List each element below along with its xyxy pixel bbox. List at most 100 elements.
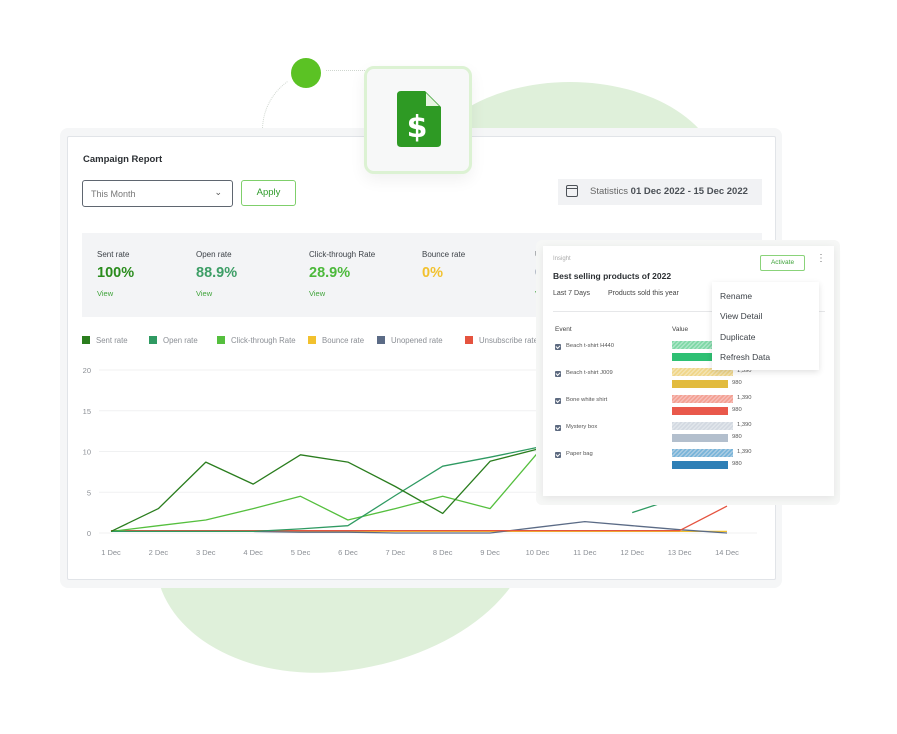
legend-label: Unsubscribe rate: [479, 336, 538, 345]
tab-products-sold-this-year[interactable]: Products sold this year: [608, 290, 679, 297]
value-bar-secondary: [672, 407, 728, 415]
tab-last-7-days[interactable]: Last 7 Days: [553, 290, 590, 297]
series-line-sent-rate: [110, 448, 538, 532]
x-tick-label: 4 Dec: [243, 548, 263, 557]
legend-label: Click-through Rate: [231, 336, 296, 345]
kpi-bounce-rate: Bounce rate 0% View: [422, 250, 465, 298]
y-tick-label: 10: [83, 448, 91, 457]
y-tick-label: 0: [87, 529, 91, 538]
row-checkbox[interactable]: [555, 398, 561, 404]
statistics-date-range: 01 Dec 2022 - 15 Dec 2022: [630, 186, 748, 197]
row-value-primary: 1,390: [737, 395, 752, 401]
apply-button[interactable]: Apply: [241, 180, 296, 206]
row-name: Beach t-shirt J009: [566, 370, 613, 376]
row-value-secondary: 980: [732, 434, 742, 440]
legend-item-click-through-rate[interactable]: Click-through Rate: [217, 336, 296, 345]
x-tick-label: 6 Dec: [338, 548, 358, 557]
period-select-value: This Month: [91, 189, 136, 199]
row-name: Beach t-shirt H440: [566, 343, 615, 349]
x-tick-label: 5 Dec: [291, 548, 311, 557]
activate-button[interactable]: Activate: [760, 255, 805, 271]
x-tick-label: 1 Dec: [101, 548, 121, 557]
value-bar-secondary: [672, 434, 728, 442]
kpi-label: Click-through Rate: [309, 250, 376, 259]
row-name: Mystery box: [566, 424, 598, 430]
row-value-secondary: 980: [732, 380, 742, 386]
menu-item-duplicate[interactable]: Duplicate: [720, 332, 755, 342]
menu-item-refresh-data[interactable]: Refresh Data: [720, 352, 770, 362]
legend-item-unopened-rate[interactable]: Unopened rate: [377, 336, 443, 345]
kpi-open-rate: Open rate 88.9% View: [196, 250, 237, 298]
legend-swatch: [82, 336, 90, 344]
kpi-label: Sent rate: [97, 250, 130, 259]
row-checkbox[interactable]: [555, 425, 561, 431]
legend-swatch: [217, 336, 225, 344]
kpi-view-link[interactable]: View: [97, 289, 134, 298]
row-value-secondary: 980: [732, 461, 742, 467]
legend-item-open-rate[interactable]: Open rate: [149, 336, 198, 345]
menu-item-rename[interactable]: Rename: [720, 291, 752, 301]
value-bar-secondary: [672, 380, 728, 388]
kpi-sent-rate: Sent rate 100% View: [97, 250, 134, 298]
hero-icon-card: $: [364, 66, 472, 174]
x-tick-label: 3 Dec: [196, 548, 216, 557]
kpi-view-link[interactable]: View: [196, 289, 237, 298]
kpi-value: 100%: [97, 265, 135, 281]
kpi-click-through-rate: Click-through Rate 28.9% View: [309, 250, 375, 298]
legend-label: Open rate: [163, 336, 198, 345]
legend-label: Bounce rate: [322, 336, 365, 345]
row-name: Bone white shirt: [566, 397, 608, 403]
row-name: Paper bag: [566, 451, 593, 457]
value-bar-secondary: [672, 461, 728, 469]
more-options-icon[interactable]: ⋮: [816, 254, 826, 264]
value-bar-primary: [672, 395, 733, 403]
row-checkbox[interactable]: [555, 452, 561, 458]
menu-item-view-detail[interactable]: View Detail: [720, 311, 762, 321]
row-checkbox[interactable]: [555, 371, 561, 377]
legend-label: Sent rate: [96, 336, 128, 345]
y-tick-label: 15: [83, 407, 91, 416]
x-tick-label: 7 Dec: [386, 548, 406, 557]
kpi-view-link[interactable]: View: [309, 289, 375, 298]
decorative-dot: [291, 58, 321, 88]
legend-item-sent-rate[interactable]: Sent rate: [82, 336, 128, 345]
series-line-open-rate: [111, 446, 538, 533]
legend-item-bounce-rate[interactable]: Bounce rate: [308, 336, 364, 345]
table-row: Mystery box 1,390 980: [555, 422, 825, 447]
insight-tag: Insight: [553, 256, 571, 262]
x-tick-label: 13 Dec: [668, 548, 692, 557]
kpi-value: 28.9%: [309, 265, 351, 281]
legend-item-unsubscribe-rate[interactable]: Unsubscribe rate: [465, 336, 538, 345]
row-checkbox[interactable]: [555, 344, 561, 350]
value-bar-primary: [672, 449, 733, 457]
legend-swatch: [465, 336, 473, 344]
x-tick-label: 10 Dec: [526, 548, 550, 557]
kpi-label: Bounce rate: [422, 250, 466, 259]
table-row: Beach t-shirt J009 1,390 980: [555, 368, 825, 393]
page-title: Campaign Report: [83, 154, 163, 165]
table-row: Paper bag 1,390 980: [555, 449, 825, 474]
invoice-dollar-icon: $: [397, 91, 441, 147]
column-header-event: Event: [555, 326, 572, 333]
y-tick-label: 5: [87, 488, 91, 497]
svg-text:$: $: [407, 110, 428, 145]
statistics-range[interactable]: Statistics 01 Dec 2022 - 15 Dec 2022: [558, 179, 762, 205]
legend-swatch: [308, 336, 316, 344]
value-bar-primary: [672, 422, 733, 430]
y-tick-label: 20: [83, 366, 91, 375]
x-tick-label: 14 Dec: [715, 548, 739, 557]
x-tick-label: 8 Dec: [433, 548, 453, 557]
row-value-primary: 1,390: [737, 422, 752, 428]
column-header-value: Value: [672, 326, 689, 333]
chevron-down-icon: ⌄: [214, 187, 222, 197]
row-value-secondary: 980: [732, 407, 742, 413]
x-tick-label: 2 Dec: [149, 548, 169, 557]
table-row: Bone white shirt 1,390 980: [555, 395, 825, 420]
period-select[interactable]: This Month ⌄: [82, 180, 233, 207]
x-tick-label: 9 Dec: [480, 548, 500, 557]
context-menu: Rename View Detail Duplicate Refresh Dat…: [712, 282, 819, 370]
statistics-label: Statistics: [590, 186, 629, 197]
kpi-label: Open rate: [196, 250, 232, 259]
kpi-value: 88.9%: [196, 265, 238, 281]
calendar-icon: [566, 185, 578, 197]
